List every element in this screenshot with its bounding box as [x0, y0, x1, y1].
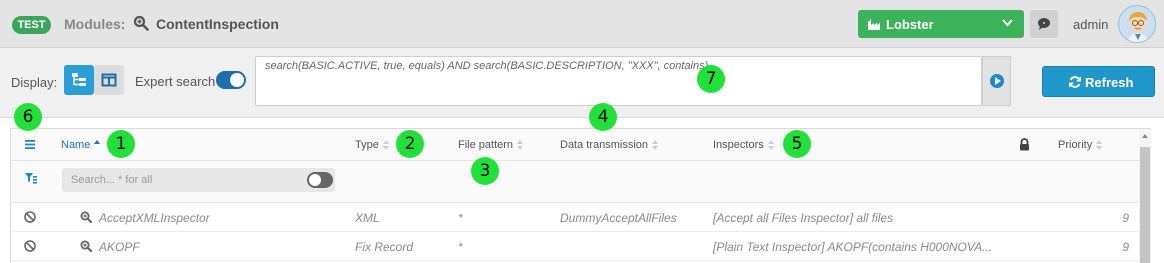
column-label: Name — [61, 139, 91, 151]
annotation-marker: 4 — [589, 103, 617, 131]
factory-icon — [868, 19, 880, 30]
scroll-up-icon[interactable] — [1142, 134, 1148, 138]
avatar[interactable] — [1118, 5, 1156, 43]
sort-icon — [652, 140, 659, 151]
cell-name: AcceptXMLInspector — [99, 211, 210, 225]
inspection-search-icon — [133, 15, 149, 31]
table-row[interactable]: AKOPF Fix Record * [Plain Text Inspector… — [11, 232, 1139, 261]
annotation-marker: 7 — [697, 65, 725, 93]
sort-icon — [1096, 140, 1103, 151]
column-label: Data transmission — [560, 139, 649, 151]
inspection-search-icon[interactable] — [80, 211, 92, 223]
column-menu-icon[interactable] — [25, 140, 35, 149]
name-filter-field — [62, 168, 335, 192]
tenant-select[interactable]: Lobster — [858, 10, 1024, 38]
table-view-button[interactable] — [94, 65, 124, 95]
tree-view-icon — [72, 73, 86, 86]
column-label: Inspectors — [713, 139, 764, 151]
expert-search-label: Expert search — [135, 74, 216, 89]
sort-icon — [382, 140, 390, 151]
tree-view-button[interactable] — [64, 65, 94, 95]
refresh-button[interactable]: Refresh — [1042, 66, 1155, 97]
filter-row — [11, 161, 1139, 203]
refresh-label: Refresh — [1085, 75, 1134, 90]
cell-priority: 9 — [1122, 211, 1129, 225]
results-grid: Name Type File pattern Data transmission… — [10, 128, 1151, 263]
cell-type: Fix Record — [355, 240, 414, 254]
filter-settings-icon[interactable] — [25, 173, 37, 184]
page-title: ContentInspection — [156, 16, 279, 32]
cell-file-pattern: * — [458, 211, 463, 225]
refresh-icon — [1069, 76, 1081, 88]
chat-button[interactable] — [1030, 10, 1058, 38]
inactive-icon — [24, 240, 36, 252]
column-label: Priority — [1058, 139, 1093, 151]
cell-inspectors: [Accept all Files Inspector] all files — [713, 211, 894, 225]
vertical-scrollbar[interactable] — [1139, 129, 1151, 263]
user-avatar-icon — [1119, 6, 1155, 42]
search-toolbar: Display: Expert search search(BASIC.ACTI… — [0, 48, 1164, 118]
column-header-name[interactable]: Name — [61, 139, 101, 151]
lock-icon — [1020, 138, 1029, 151]
chat-icon — [1038, 18, 1050, 30]
annotation-marker: 3 — [471, 157, 499, 185]
annotation-marker: 1 — [107, 130, 135, 158]
column-header-inspectors[interactable]: Inspectors — [713, 139, 775, 151]
display-label: Display: — [11, 75, 58, 90]
name-filter-input[interactable] — [62, 168, 302, 192]
annotation-marker: 5 — [783, 130, 811, 158]
cell-inspectors: [Plain Text Inspector] AKOPF(contains H0… — [713, 240, 993, 254]
sort-asc-icon — [94, 140, 101, 150]
annotation-marker: 6 — [14, 103, 42, 131]
sort-icon — [517, 140, 524, 151]
toggle-knob — [230, 73, 244, 87]
column-header-type[interactable]: Type — [355, 139, 390, 151]
table-view-icon — [101, 73, 117, 87]
column-label: Type — [355, 139, 379, 151]
run-query-button[interactable] — [982, 56, 1011, 106]
cell-name: AKOPF — [99, 240, 140, 254]
play-icon — [990, 74, 1004, 88]
user-name[interactable]: admin — [1073, 17, 1108, 32]
environment-badge: TEST — [12, 16, 51, 34]
column-header-row: Name Type File pattern Data transmission… — [11, 129, 1139, 161]
cell-data-transmission: DummyAcceptAllFiles — [560, 211, 677, 225]
column-label: File pattern — [458, 139, 514, 151]
cell-priority: 9 — [1122, 240, 1129, 254]
query-text: search(BASIC.ACTIVE, true, equals) AND s… — [265, 60, 709, 72]
scrollbar-thumb[interactable] — [1140, 147, 1150, 263]
inactive-icon — [24, 211, 36, 223]
inspection-search-icon[interactable] — [80, 240, 92, 252]
column-header-file-pattern[interactable]: File pattern — [458, 139, 524, 151]
tenant-label: Lobster — [886, 17, 934, 32]
toggle-knob — [309, 174, 321, 186]
column-header-data-transmission[interactable]: Data transmission — [560, 139, 659, 151]
top-header: TEST Modules: ContentInspection Lobster … — [0, 0, 1164, 48]
annotation-marker: 2 — [396, 130, 424, 158]
cell-type: XML — [355, 211, 380, 225]
column-header-priority[interactable]: Priority — [1058, 139, 1103, 151]
expert-search-toggle[interactable] — [216, 71, 246, 89]
expert-query-input[interactable]: search(BASIC.ACTIVE, true, equals) AND s… — [255, 56, 982, 106]
table-row[interactable]: AcceptXMLInspector XML * DummyAcceptAllF… — [11, 203, 1139, 232]
modules-label: Modules: — [64, 16, 126, 32]
cell-file-pattern: * — [458, 240, 463, 254]
sort-icon — [767, 140, 775, 151]
chevron-down-icon — [1002, 19, 1013, 27]
filter-toggle[interactable] — [307, 172, 333, 188]
